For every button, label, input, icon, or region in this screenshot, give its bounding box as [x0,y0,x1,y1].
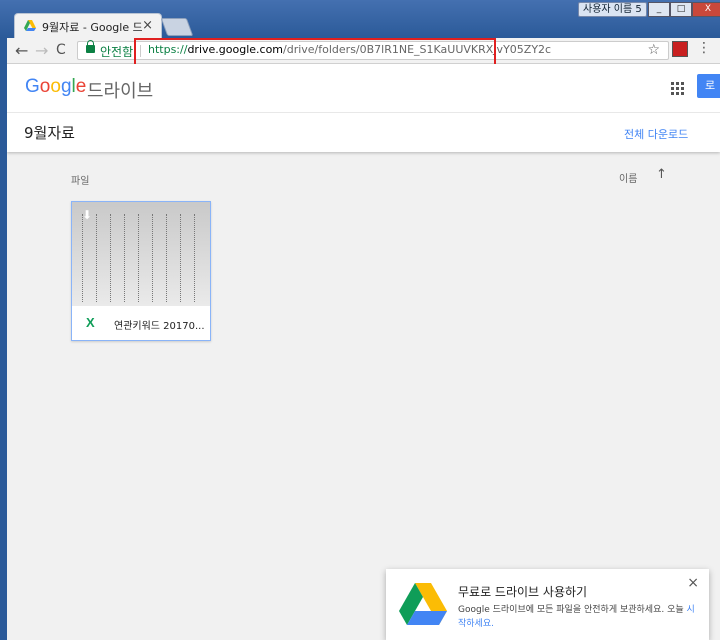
files-section-label: 파일 [71,176,90,187]
minimize-button[interactable]: _ [648,2,670,17]
drive-favicon-icon [24,20,36,31]
back-button[interactable]: ← [15,41,28,60]
browser-tab[interactable]: 9월자료 - Google 드라이 × [14,13,162,38]
logo-letter: o [39,76,51,97]
secure-label: 안전함 [100,45,134,59]
download-all-link[interactable]: 전체 다운로드 [624,126,688,142]
excel-file-icon: X [86,315,95,330]
logo-letter: G [25,76,40,97]
file-thumbnail: ⬇ [72,202,210,306]
reload-button[interactable]: C [56,42,66,58]
drive-page: Google 드라이브 로 9월자료 전체 다운로드 파일 이름 ↑ ⬇ X 연… [7,64,720,640]
window-close-button[interactable]: X [692,2,720,17]
tab-close-icon[interactable]: × [142,18,153,33]
maximize-button[interactable]: □ [670,2,692,17]
promo-close-icon[interactable]: × [687,575,699,591]
file-info-row: X 연관키워드 20170... [72,306,210,340]
bookmark-star-icon[interactable]: ☆ [647,42,660,58]
google-drive-logo-icon [399,583,447,625]
apps-grid-icon[interactable] [671,82,684,95]
browser-window: 9월자료 - Google 드라이 × 사용자 이름 5 _ □ X ← → C… [0,0,720,640]
logo-letter: e [75,76,87,97]
sign-in-button[interactable]: 로 [697,74,720,98]
lock-icon [86,40,95,53]
drive-promo-card: 무료로 드라이브 사용하기 Google 드라이브에 모든 파일을 안전하게 보… [386,569,709,640]
folder-title: 9월자료 [24,124,75,142]
download-icon[interactable]: ⬇ [80,208,94,222]
browser-menu-icon[interactable]: ⋮ [697,40,711,56]
promo-title: 무료로 드라이브 사용하기 [458,585,588,599]
forward-button[interactable]: → [35,41,48,60]
drive-header: Google 드라이브 로 9월자료 전체 다운로드 [7,64,720,152]
window-left-border [0,38,7,640]
title-bar: 9월자료 - Google 드라이 × 사용자 이름 5 _ □ X [0,0,720,38]
extension-icon[interactable] [672,41,688,57]
new-tab-button[interactable] [160,18,194,36]
logo-letter: g [60,76,72,97]
tab-title: 9월자료 - Google 드라이 [42,21,142,34]
header-divider [7,112,720,113]
profile-button[interactable]: 사용자 이름 5 [578,2,647,17]
file-card[interactable]: ⬇ X 연관키워드 20170... [71,201,211,341]
product-name: 드라이브 [87,81,154,102]
promo-text: Google 드라이브에 모든 파일을 안전하게 보관하세요. 오늘 시작하세요… [458,603,698,631]
logo-letter: o [50,76,61,97]
sort-direction-icon[interactable]: ↑ [656,167,667,182]
promo-body: Google 드라이브에 모든 파일을 안전하게 보관하세요. 오늘 [458,605,684,615]
sort-by-name-button[interactable]: 이름 [619,170,637,185]
google-logo[interactable]: Google [25,76,86,98]
file-name: 연관키워드 20170... [114,321,205,332]
